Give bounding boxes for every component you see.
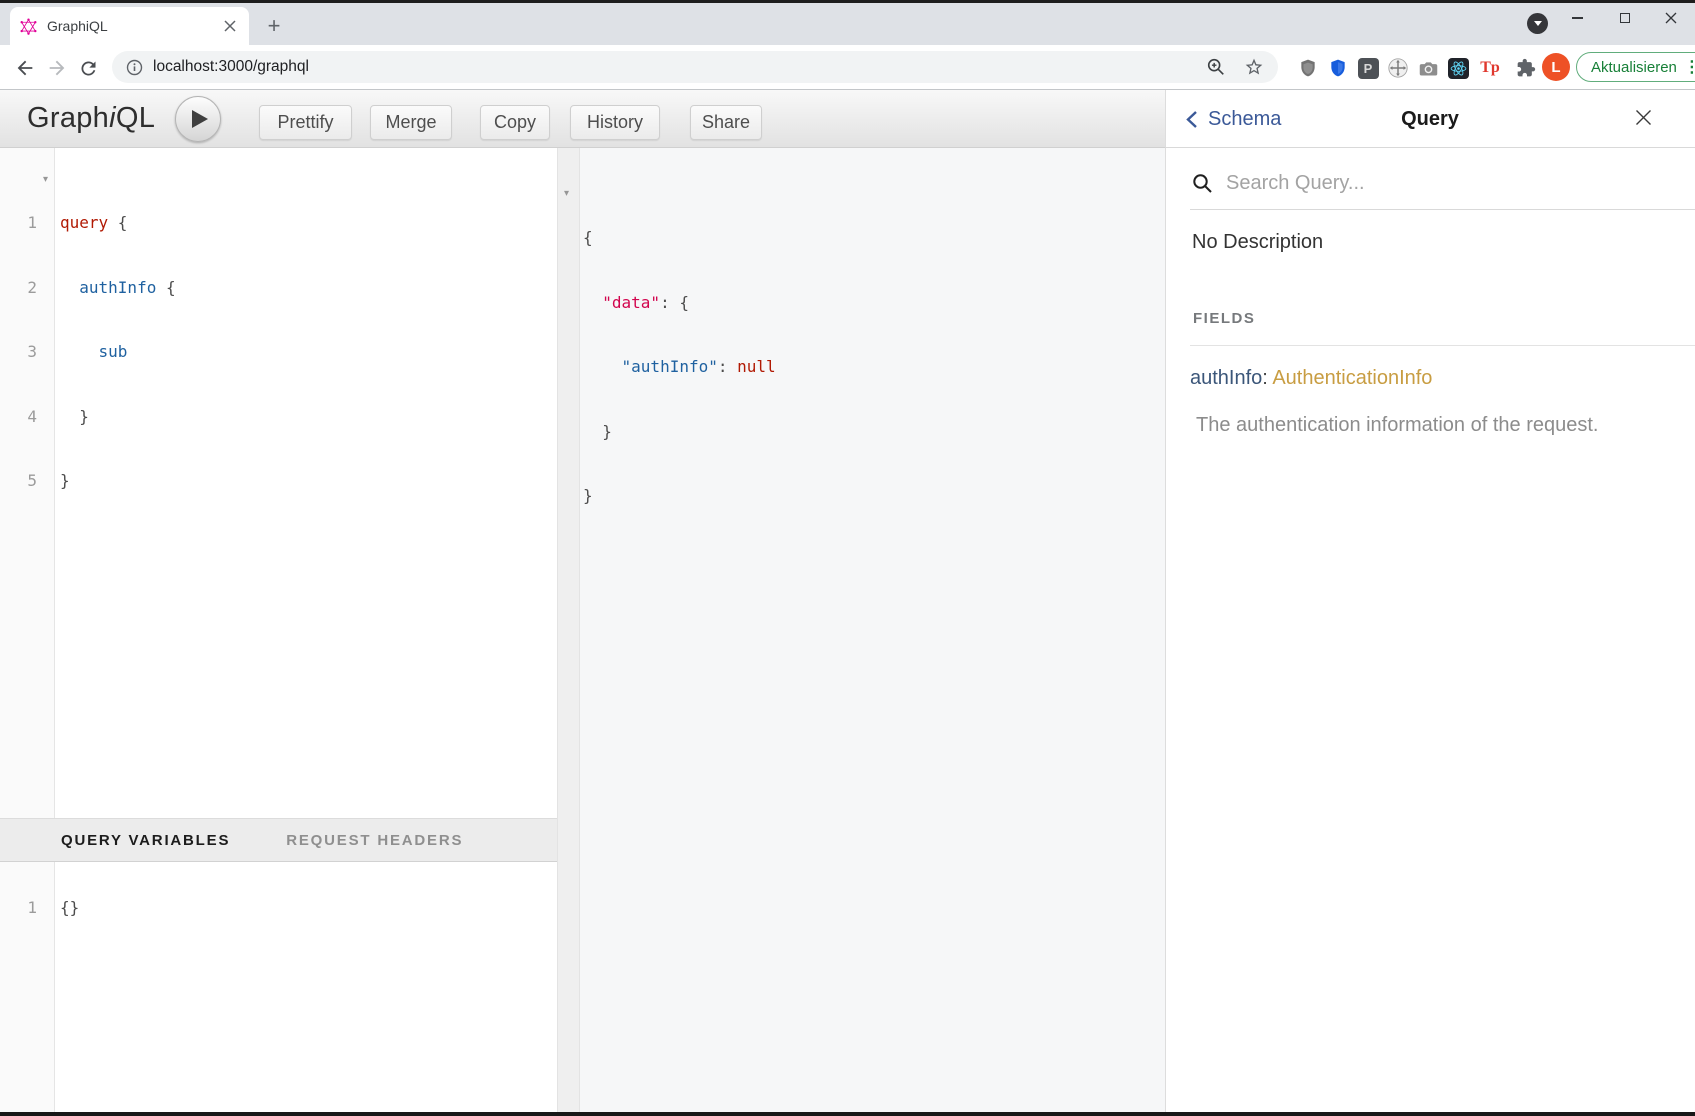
- doc-back-link[interactable]: Schema: [1185, 100, 1281, 138]
- window-minimize-button[interactable]: [1557, 4, 1597, 32]
- window-bottom-edge: [0, 1112, 1695, 1116]
- doc-fields-divider: [1190, 345, 1695, 346]
- react-devtools-extension-icon[interactable]: [1446, 56, 1470, 80]
- doc-fields-heading: FIELDS: [1193, 310, 1255, 327]
- tab-bar: GraphiQL +: [0, 3, 1695, 45]
- pane-resize-divider[interactable]: [557, 148, 580, 1112]
- graphiql-logo: GraphiQL: [27, 102, 155, 135]
- doc-header-divider: [1165, 147, 1695, 148]
- prettify-button[interactable]: Prettify: [259, 105, 352, 140]
- maximize-icon: [1620, 13, 1630, 23]
- tab-request-headers[interactable]: REQUEST HEADERS: [286, 832, 463, 849]
- kebab-menu-icon: ⋮: [1684, 57, 1695, 77]
- doc-field-type-link[interactable]: AuthenticationInfo: [1272, 367, 1432, 389]
- page-info-icon[interactable]: [126, 59, 143, 76]
- query-fold-arrow-icon[interactable]: ▾: [43, 175, 48, 185]
- result-fold-arrow-icon[interactable]: ▾: [564, 189, 569, 199]
- doc-no-description: No Description: [1192, 231, 1323, 254]
- move-crosshair-extension-icon[interactable]: [1386, 56, 1410, 80]
- close-icon: [1665, 12, 1677, 24]
- url-text[interactable]: localhost:3000/graphql: [153, 58, 1206, 76]
- doc-field-name-link[interactable]: authInfo: [1190, 367, 1262, 389]
- graphql-favicon-icon: [20, 18, 37, 35]
- doc-field-description: The authentication information of the re…: [1196, 414, 1598, 437]
- merge-button[interactable]: Merge: [370, 105, 452, 140]
- zoom-icon[interactable]: [1206, 57, 1226, 77]
- code-line: }: [583, 485, 776, 507]
- profile-avatar[interactable]: L: [1542, 53, 1570, 81]
- tab-close-icon[interactable]: [221, 17, 239, 35]
- query-line-numbers: 1 2 3 4 5: [0, 169, 37, 535]
- update-label: Aktualisieren: [1591, 59, 1677, 76]
- forward-button[interactable]: [43, 54, 71, 82]
- doc-search-input[interactable]: [1224, 166, 1628, 200]
- tab-query-variables[interactable]: QUERY VARIABLES: [61, 832, 230, 849]
- variables-line-number: 1: [0, 897, 37, 919]
- code-line: }: [60, 470, 176, 492]
- code-line: {: [583, 227, 776, 249]
- doc-back-label: Schema: [1208, 108, 1281, 131]
- minimize-icon: [1572, 17, 1583, 18]
- code-line: "authInfo": null: [583, 356, 776, 378]
- tab-title: GraphiQL: [47, 18, 221, 34]
- bookmark-star-icon[interactable]: [1244, 57, 1264, 77]
- share-button[interactable]: Share: [690, 105, 762, 140]
- tampermonkey-extension-icon[interactable]: Tp: [1478, 56, 1502, 80]
- browser-window: GraphiQL + localhost:3000/graphql: [0, 0, 1695, 1116]
- browser-tab[interactable]: GraphiQL: [10, 7, 249, 45]
- reload-button[interactable]: [74, 54, 102, 82]
- code-line: query {: [60, 212, 176, 234]
- chevron-left-icon: [1185, 110, 1198, 129]
- execute-query-button[interactable]: [175, 96, 221, 142]
- search-icon: [1191, 172, 1214, 200]
- back-button[interactable]: [11, 54, 39, 82]
- doc-field-entry: authInfo: AuthenticationInfo: [1190, 367, 1432, 390]
- chrome-update-menu-button[interactable]: Aktualisieren ⋮: [1576, 52, 1695, 82]
- tab-search-button[interactable]: [1527, 13, 1548, 34]
- code-line: "data": {: [583, 292, 776, 314]
- doc-search-divider: [1190, 209, 1695, 210]
- bitwarden-extension-icon[interactable]: [1326, 56, 1350, 80]
- new-tab-button[interactable]: +: [260, 12, 288, 40]
- doc-close-button[interactable]: [1630, 104, 1656, 130]
- p-extension-icon[interactable]: P: [1356, 56, 1380, 80]
- history-button[interactable]: History: [570, 105, 660, 140]
- window-maximize-button[interactable]: [1605, 4, 1645, 32]
- extensions-puzzle-icon[interactable]: [1514, 56, 1538, 80]
- code-line: }: [60, 406, 176, 428]
- code-line: sub: [60, 341, 176, 363]
- camera-extension-icon[interactable]: [1416, 56, 1440, 80]
- ublock-extension-icon[interactable]: [1296, 56, 1320, 80]
- result-json: { "data": { "authInfo": null } }: [583, 184, 776, 550]
- code-line: }: [583, 421, 776, 443]
- chevron-down-icon: [1534, 21, 1542, 26]
- secondary-editor-tabs: QUERY VARIABLES REQUEST HEADERS: [0, 818, 557, 862]
- close-icon: [1635, 109, 1652, 126]
- variables-editor[interactable]: [0, 862, 557, 1112]
- play-icon: [192, 110, 208, 128]
- address-bar[interactable]: localhost:3000/graphql: [112, 51, 1278, 83]
- query-code[interactable]: query { authInfo { sub } }: [60, 169, 176, 535]
- variables-code[interactable]: {}: [60, 897, 79, 919]
- code-line: authInfo {: [60, 277, 176, 299]
- window-close-button[interactable]: [1651, 4, 1691, 32]
- copy-button[interactable]: Copy: [480, 105, 550, 140]
